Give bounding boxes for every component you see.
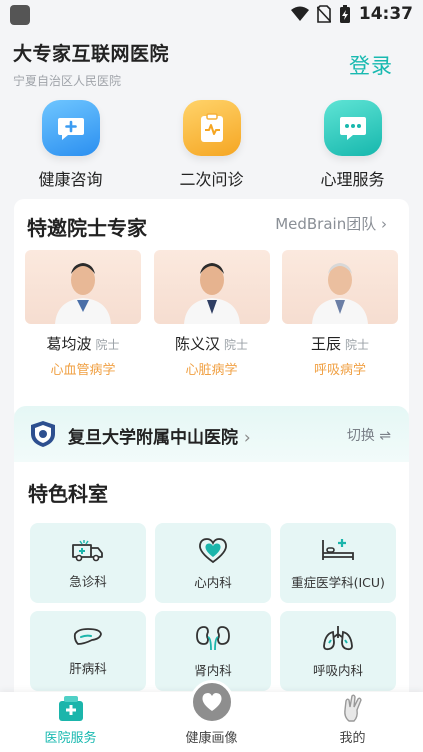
expert-card[interactable]: 陈义汉 院士 心脏病学 <box>153 250 270 378</box>
liver-icon <box>73 627 102 645</box>
quick-service-label: 心理服务 <box>320 170 385 189</box>
bottom-nav: 医院服务 健康画像 我的 <box>0 680 423 752</box>
quick-service-label: 二次问诊 <box>179 170 244 189</box>
expert-photo <box>25 250 141 324</box>
hospital-name: 复旦大学附属中山医院 <box>68 428 238 448</box>
nav-hospital-services[interactable]: 医院服务 <box>0 692 141 752</box>
expert-name: 葛均波 <box>46 335 92 353</box>
nav-mine[interactable]: 我的 <box>282 692 423 752</box>
expert-name: 陈义汉 <box>174 335 220 353</box>
department-label: 肝病科 <box>69 660 107 676</box>
quick-service-label: 健康咨询 <box>38 170 103 189</box>
nav-label: 我的 <box>339 731 366 746</box>
chat-plus-icon <box>41 100 100 156</box>
quick-service-second-consult[interactable]: 二次问诊 <box>141 100 282 190</box>
experts-card: 特邀院士专家 MedBrain团队 › 葛均波 院士 心血管病学 陈义汉 院士 心脏… <box>14 199 409 420</box>
medbrain-team-link[interactable]: MedBrain团队 › <box>275 213 387 234</box>
expert-photo <box>153 250 270 324</box>
hospital-building-icon <box>58 696 83 721</box>
expert-title: 院士 <box>224 338 249 352</box>
expert-department: 呼吸病学 <box>313 363 366 378</box>
department-item[interactable]: 肾内科 <box>155 611 271 691</box>
experts-list: 葛均波 院士 心血管病学 陈义汉 院士 心脏病学 王辰 院士 呼吸病学 <box>25 250 398 378</box>
heart-icon <box>189 680 234 724</box>
wifi-icon <box>290 6 309 21</box>
expert-department: 心血管病学 <box>50 363 116 378</box>
department-item[interactable]: 呼吸内科 <box>280 611 396 691</box>
nav-label: 健康画像 <box>185 731 238 746</box>
hospital-card: 复旦大学附属中山医院 › 切换 ⇌ 特色科室 急诊科 心内科 重症医学科(ICU… <box>14 406 409 706</box>
medbrain-team-label: MedBrain团队 <box>275 215 377 233</box>
status-bar: 14:37 <box>0 0 423 30</box>
login-button[interactable]: 登录 <box>349 50 393 80</box>
lungs-icon <box>323 625 353 650</box>
hospital-bed-icon <box>322 538 354 560</box>
featured-departments-title: 特色科室 <box>28 482 108 506</box>
department-item[interactable]: 重症医学科(ICU) <box>280 523 396 603</box>
experts-section-title: 特邀院士专家 <box>27 216 147 240</box>
battery-charging-icon <box>339 5 350 23</box>
department-item[interactable]: 急诊科 <box>30 523 146 603</box>
quick-service-psychology[interactable]: 心理服务 <box>282 100 423 190</box>
hospital-header: 复旦大学附属中山医院 › 切换 ⇌ <box>14 406 409 462</box>
hand-gesture-icon <box>343 694 362 722</box>
clipboard-pulse-icon <box>182 100 241 156</box>
expert-title: 院士 <box>95 338 120 352</box>
hospital-subtitle: 宁夏自治区人民医院 <box>13 74 122 88</box>
chevron-right-icon: › <box>381 215 387 233</box>
department-grid: 急诊科 心内科 重症医学科(ICU) 肝病科 肾内科 呼吸内科 <box>30 523 396 691</box>
expert-department: 心脏病学 <box>185 363 238 378</box>
department-label: 重症医学科(ICU) <box>291 574 385 590</box>
expert-card[interactable]: 葛均波 院士 心血管病学 <box>25 250 141 378</box>
status-icons: 14:37 <box>290 4 413 24</box>
department-label: 急诊科 <box>69 573 107 589</box>
nav-health-profile[interactable]: 健康画像 <box>141 680 282 752</box>
app-title: 大专家互联网医院 <box>13 43 170 65</box>
no-sim-icon <box>316 5 331 23</box>
ambulance-icon <box>72 539 103 561</box>
header: 大专家互联网医院 宁夏自治区人民医院 登录 <box>0 30 423 96</box>
hospital-selector[interactable]: 复旦大学附属中山医院 › <box>68 423 251 448</box>
quick-service-health-consult[interactable]: 健康咨询 <box>0 100 141 190</box>
app-notification-icon <box>10 5 30 25</box>
kidney-icon <box>196 625 230 650</box>
switch-hospital-button[interactable]: 切换 ⇌ <box>347 425 391 445</box>
department-item[interactable]: 心内科 <box>155 523 271 603</box>
hospital-shield-logo-icon <box>31 421 55 447</box>
expert-card[interactable]: 王辰 院士 呼吸病学 <box>282 250 398 378</box>
department-label: 肾内科 <box>194 662 232 678</box>
status-time: 14:37 <box>358 4 413 24</box>
department-label: 心内科 <box>194 574 232 590</box>
expert-photo <box>282 250 398 324</box>
expert-title: 院士 <box>345 338 370 352</box>
expert-name: 王辰 <box>310 335 341 353</box>
heart-icon <box>199 537 227 563</box>
nav-label: 医院服务 <box>44 731 97 746</box>
department-label: 呼吸内科 <box>312 662 363 678</box>
chevron-right-icon: › <box>243 428 251 448</box>
department-item[interactable]: 肝病科 <box>30 611 146 691</box>
message-dots-icon <box>323 100 382 156</box>
quick-services: 健康咨询 二次问诊 心理服务 <box>0 100 423 190</box>
